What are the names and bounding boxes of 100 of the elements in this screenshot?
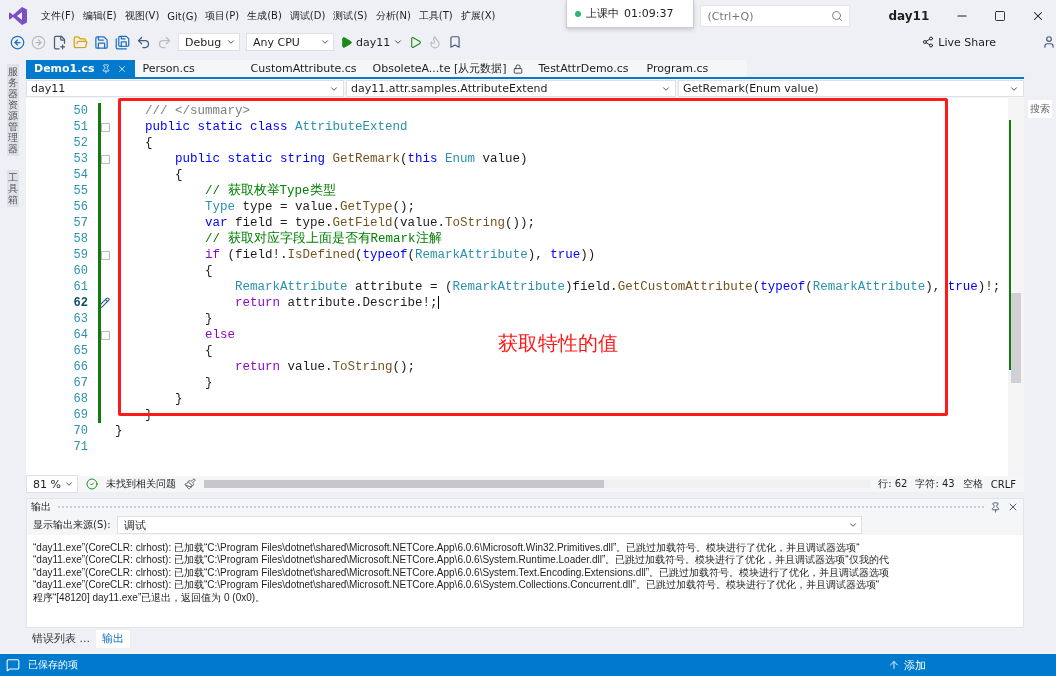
menu-item[interactable]: 分析(N) xyxy=(372,6,414,26)
bookmark-button[interactable] xyxy=(448,35,463,49)
line-number: 56 xyxy=(72,199,89,215)
code-line: } xyxy=(174,391,183,407)
code-line: { xyxy=(204,263,213,279)
file-tab[interactable]: Person.cs xyxy=(134,60,243,77)
pin-icon xyxy=(100,63,111,74)
message-icon xyxy=(6,658,20,672)
menu-item[interactable]: 编辑(E) xyxy=(79,6,120,26)
code-line: { xyxy=(144,135,153,151)
source-label: 显示输出来源(S): xyxy=(33,518,111,532)
code-line: // 获取对应字段上面是否有Remark注解 xyxy=(204,231,442,247)
line-number: 61 xyxy=(72,279,89,295)
code-line: } xyxy=(204,375,213,391)
code-line: } xyxy=(115,423,123,439)
panel-tab[interactable]: 错误列表 ... xyxy=(26,630,96,648)
project-dropdown[interactable]: day11 xyxy=(26,80,344,97)
code-line: } xyxy=(204,311,213,327)
issues-status[interactable]: 未找到相关问题 xyxy=(106,477,176,491)
open-button[interactable] xyxy=(73,34,88,50)
search-panel-tab[interactable]: 搜索 xyxy=(1028,100,1052,118)
code-line: public static class AttributeExtend xyxy=(144,119,408,135)
check-icon xyxy=(86,478,98,490)
output-line: “day11.exe”(CoreCLR: clrhost): 已加载“C:\Program Files\dotnet\shared\Microsoft.NETCore.App\6.0.6\System.Text.Encoding.Extensions.dll”。已跳过加载符号。模块进行了优化，并且调试器选项 xyxy=(33,566,891,579)
code-line: return attribute.Describe!; xyxy=(234,295,439,311)
file-tab[interactable]: CustomAttribute.cs xyxy=(242,60,365,77)
code-line: { xyxy=(204,343,213,359)
menu-item[interactable]: 文件(F) xyxy=(38,6,78,26)
code-line: // 获取枚举Type类型 xyxy=(204,183,336,199)
line-number: 50 xyxy=(72,103,89,119)
line-number: 65 xyxy=(72,343,89,359)
file-tab[interactable]: Demo1.cs xyxy=(26,60,135,77)
side-panel-tab[interactable]: 工具箱 xyxy=(7,170,19,207)
type-dropdown[interactable]: day11.attr.samples.AttributeExtend xyxy=(346,80,676,97)
line-number: 64 xyxy=(72,327,89,343)
close-panel-button[interactable] xyxy=(1007,501,1019,513)
member-dropdown[interactable]: GetRemark(Enum value) xyxy=(678,80,1024,97)
menu-item[interactable]: 视图(V) xyxy=(121,6,163,26)
configuration-dropdown[interactable]: Debug xyxy=(178,33,240,51)
save-all-button[interactable] xyxy=(115,34,130,50)
menu-item[interactable]: 调试(D) xyxy=(286,6,329,26)
fold-marker-icon[interactable] xyxy=(101,330,110,340)
caret-icon xyxy=(847,520,858,530)
arrow-up-icon xyxy=(888,659,900,671)
output-line: 程序“[48120] day11.exe”已退出，返回值为 0 (0x0)。 xyxy=(33,591,267,605)
vertical-scrollbar[interactable] xyxy=(1008,98,1024,476)
horizontal-scrollbar[interactable] xyxy=(204,480,871,488)
window-title: day11 xyxy=(888,9,930,23)
source-control-button[interactable]: 添加 xyxy=(888,657,926,673)
code-line: /// </summary> xyxy=(144,103,251,119)
line-number: 57 xyxy=(72,215,89,231)
caret-icon xyxy=(226,37,236,47)
line-number: 55 xyxy=(72,183,89,199)
fold-marker-icon[interactable] xyxy=(101,154,110,164)
fold-marker-icon[interactable] xyxy=(101,250,110,260)
app-logo-icon xyxy=(8,6,28,26)
menu-item[interactable]: 工具(T) xyxy=(415,6,456,26)
start-button[interactable]: day11 xyxy=(340,35,404,49)
output-line: “day11.exe”(CoreCLR: clrhost): 已加载“C:\Program Files\dotnet\shared\Microsoft.NETCore.App\6.0.6\Microsoft.Win32.Primitives.dll”。已跳过加载符号。模块进行了优化，并且调试器选项“ xyxy=(33,542,861,554)
line-number: 62 xyxy=(72,295,89,311)
zoom-dropdown[interactable]: 81 % xyxy=(26,475,78,493)
code-line: { xyxy=(174,167,183,183)
code-line: var field = type.GetField(value.ToString()); xyxy=(204,215,536,231)
back-button[interactable] xyxy=(10,34,25,50)
pin-button[interactable] xyxy=(990,501,1001,513)
menu-item[interactable]: 测试(S) xyxy=(330,6,371,26)
menu-item[interactable]: 项目(P) xyxy=(202,6,243,26)
menu-item[interactable]: 生成(B) xyxy=(244,6,285,26)
session-timer: 01:09:37 xyxy=(624,7,674,20)
file-tab[interactable]: ObsoleteA...te [从元数据] xyxy=(364,60,531,77)
output-source-dropdown[interactable]: 调试 xyxy=(116,516,862,534)
text-caret xyxy=(437,296,439,310)
file-tab[interactable]: TestAttrDemo.cs xyxy=(530,60,639,77)
save-button[interactable] xyxy=(94,34,109,50)
undo-button[interactable] xyxy=(136,34,151,50)
live-share-button[interactable]: Live Share xyxy=(922,35,996,49)
close-icon xyxy=(1031,9,1045,23)
pencil-icon[interactable] xyxy=(98,297,110,309)
search-field[interactable]: (Ctrl+Q) xyxy=(700,5,851,27)
line-number: 54 xyxy=(72,167,89,183)
code-line: else xyxy=(204,327,236,343)
new-project-button[interactable] xyxy=(52,34,67,50)
menu-item[interactable]: 扩展(X) xyxy=(457,6,499,26)
line-ending-indicator: CRLF xyxy=(990,478,1016,490)
start-without-debugging-button[interactable] xyxy=(409,35,423,49)
status-message: 已保存的项 xyxy=(28,658,78,672)
output-line: “day11.exe”(CoreCLR: clrhost): 已加载“C:\Program Files\dotnet\shared\Microsoft.NETCore.App\6.0.6\System.Collections.Concurrent.dll”。已跳过加载符号。模块进行了优化，并且调试器选项“ xyxy=(33,579,881,592)
fold-marker-icon[interactable] xyxy=(101,122,110,132)
code-line: RemarkAttribute attribute = (RemarkAttribute)field.GetCustomAttribute(typeof(RemarkAttribute), true)!; xyxy=(234,279,1001,295)
side-panel-tab[interactable]: 服务器资源管理器 xyxy=(7,64,19,156)
line-number: 67 xyxy=(72,375,89,391)
caret-icon xyxy=(64,479,74,489)
account-button[interactable] xyxy=(1042,35,1056,49)
platform-dropdown[interactable]: Any CPU xyxy=(246,33,334,51)
panel-tab[interactable]: 输出 xyxy=(96,630,130,648)
maximize-icon xyxy=(994,10,1006,22)
menu-item[interactable]: Git(G) xyxy=(164,7,201,25)
line-number: 53 xyxy=(72,151,89,167)
file-tab[interactable]: Program.cs xyxy=(638,60,747,77)
code-line: public static string GetRemark(this Enum value) xyxy=(174,151,528,167)
